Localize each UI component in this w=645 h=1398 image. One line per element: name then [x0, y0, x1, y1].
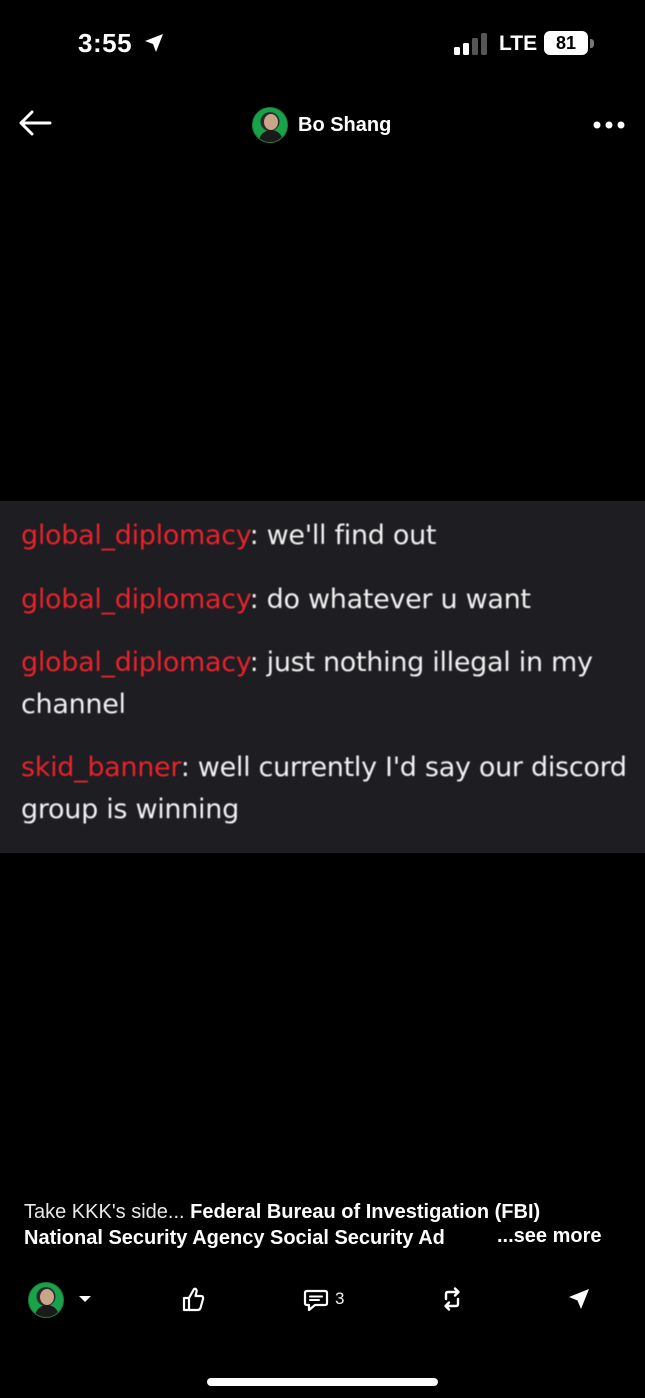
viewer-avatar[interactable] [28, 1282, 64, 1318]
status-bar: 3:55 LTE 81 [0, 0, 645, 90]
chat-message: global_diplomacy: do whatever u want [21, 579, 631, 621]
arrow-left-icon[interactable] [18, 109, 52, 137]
author-avatar[interactable] [252, 107, 288, 143]
comment-count[interactable]: 3 [335, 1289, 344, 1309]
chat-text: : just nothing illegal in my [249, 647, 593, 678]
chevron-down-icon[interactable] [78, 1294, 92, 1304]
more-horizontal-icon[interactable] [592, 120, 626, 130]
chat-message: global_diplomacy: we'll find out [21, 515, 631, 557]
action-bar: 3 [0, 1276, 645, 1322]
chat-username: global_diplomacy [21, 647, 250, 678]
post-header: Bo Shang [0, 95, 645, 155]
comment-icon[interactable] [303, 1288, 329, 1312]
caption-mention-nsa[interactable]: National Security Agency Social Security… [24, 1227, 445, 1249]
chat-text: : do whatever u want [249, 584, 531, 615]
caption-lead: Take KKK's side... [24, 1201, 191, 1223]
chat-text-continued: channel [21, 689, 126, 720]
author-chip[interactable]: Bo Shang [252, 107, 391, 143]
caption-mention-fbi[interactable]: Federal Bureau of Investigation (FBI) [190, 1201, 540, 1223]
battery-level: 81 [555, 33, 577, 53]
chat-message: global_diplomacy: just nothing illegal i… [21, 642, 631, 726]
chat-text: : we'll find out [249, 520, 437, 551]
chat-message: skid_banner: well currently I'd say our … [21, 747, 631, 831]
author-name[interactable]: Bo Shang [298, 114, 391, 137]
status-time: 3:55 [78, 28, 133, 58]
cellular-signal-icon [454, 33, 487, 55]
chat-username: skid_banner [21, 752, 181, 783]
post-image[interactable]: global_diplomacy: we'll find out global_… [0, 501, 645, 853]
repost-icon[interactable] [440, 1286, 464, 1312]
chat-text-continued: group is winning [21, 794, 239, 825]
network-type: LTE [499, 32, 538, 55]
chat-username: global_diplomacy [21, 584, 250, 615]
battery-icon: 81 [544, 31, 594, 55]
send-icon[interactable] [567, 1287, 591, 1311]
see-more-link[interactable]: ...see more [497, 1225, 602, 1248]
location-arrow-icon [145, 34, 163, 52]
chat-username: global_diplomacy [21, 520, 250, 551]
chat-text: : well currently I'd say our discord [180, 752, 627, 783]
thumbs-up-icon[interactable] [181, 1286, 205, 1312]
home-indicator[interactable] [207, 1378, 438, 1386]
